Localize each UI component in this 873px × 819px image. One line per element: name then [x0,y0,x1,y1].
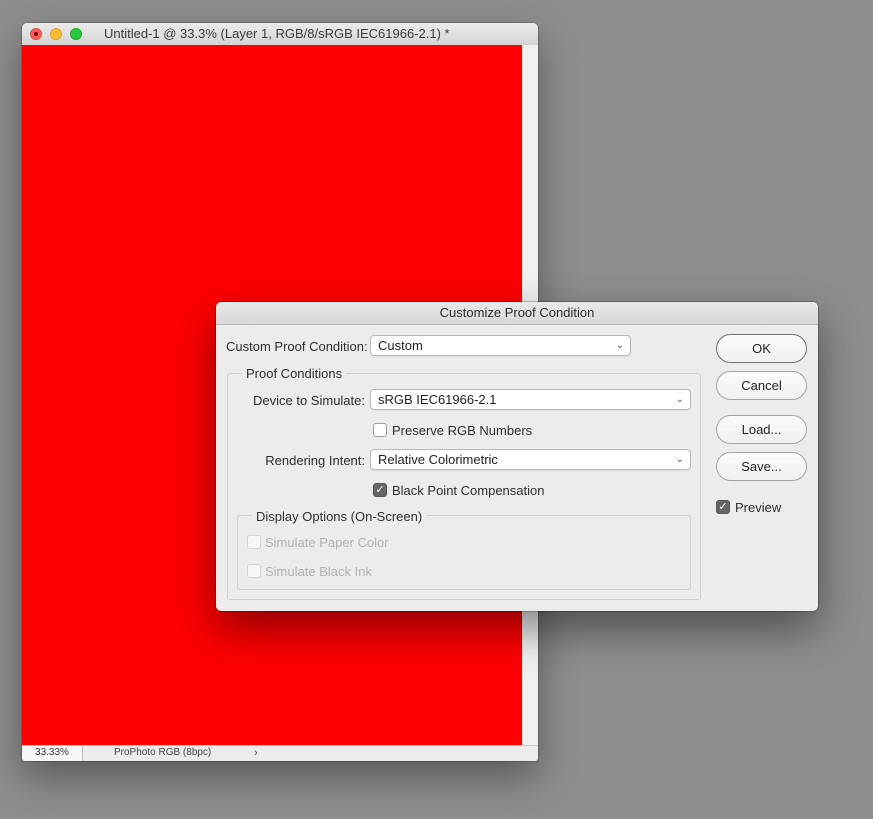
zoom-window-icon[interactable] [70,28,82,40]
rendering-intent-value: Relative Colorimetric [378,452,498,467]
simulate-paper-color-label: Simulate Paper Color [265,535,389,550]
preview-label[interactable]: Preview [735,500,781,515]
rendering-intent-select[interactable]: Relative Colorimetric ⌄ [370,449,691,470]
cancel-button[interactable]: Cancel [716,371,807,400]
proof-conditions-title: Proof Conditions [242,366,347,381]
black-point-compensation-checkbox[interactable]: ✓ [373,483,387,497]
black-point-compensation-label[interactable]: Black Point Compensation [392,483,544,498]
preview-checkbox[interactable]: ✓ [716,500,730,514]
zoom-level-field[interactable]: 33.33% [22,746,83,761]
device-to-simulate-value: sRGB IEC61966-2.1 [378,392,497,407]
ok-button[interactable]: OK [716,334,807,363]
load-button[interactable]: Load... [716,415,807,444]
dialog-title: Customize Proof Condition [216,302,818,325]
preserve-rgb-numbers-label[interactable]: Preserve RGB Numbers [392,423,532,438]
display-options-title: Display Options (On-Screen) [252,509,427,524]
minimize-window-icon[interactable] [50,28,62,40]
rendering-intent-label: Rendering Intent: [265,453,365,468]
status-bar: 33.33% ProPhoto RGB (8bpc) › [22,745,538,761]
preserve-rgb-numbers-checkbox[interactable] [373,423,387,437]
custom-proof-condition-select[interactable]: Custom ⌄ [370,335,631,356]
document-title: Untitled-1 @ 33.3% (Layer 1, RGB/8/sRGB … [104,26,450,41]
custom-proof-condition-label: Custom Proof Condition: [226,339,368,354]
status-menu-arrow-icon[interactable]: › [254,746,258,760]
simulate-paper-color-checkbox [247,535,261,549]
simulate-black-ink-checkbox [247,564,261,578]
simulate-black-ink-label: Simulate Black Ink [265,564,372,579]
chevron-down-icon: ⌄ [675,454,684,465]
customize-proof-condition-dialog: Customize Proof Condition Custom Proof C… [216,302,818,611]
device-to-simulate-select[interactable]: sRGB IEC61966-2.1 ⌄ [370,389,691,410]
device-to-simulate-label: Device to Simulate: [253,393,365,408]
save-button[interactable]: Save... [716,452,807,481]
close-window-icon[interactable] [30,28,42,40]
chevron-down-icon: ⌄ [675,394,684,405]
document-titlebar[interactable]: Untitled-1 @ 33.3% (Layer 1, RGB/8/sRGB … [22,23,538,46]
chevron-down-icon: ⌄ [615,340,624,351]
custom-proof-condition-value: Custom [378,338,423,353]
document-profile-info: ProPhoto RGB (8bpc) [114,747,212,758]
